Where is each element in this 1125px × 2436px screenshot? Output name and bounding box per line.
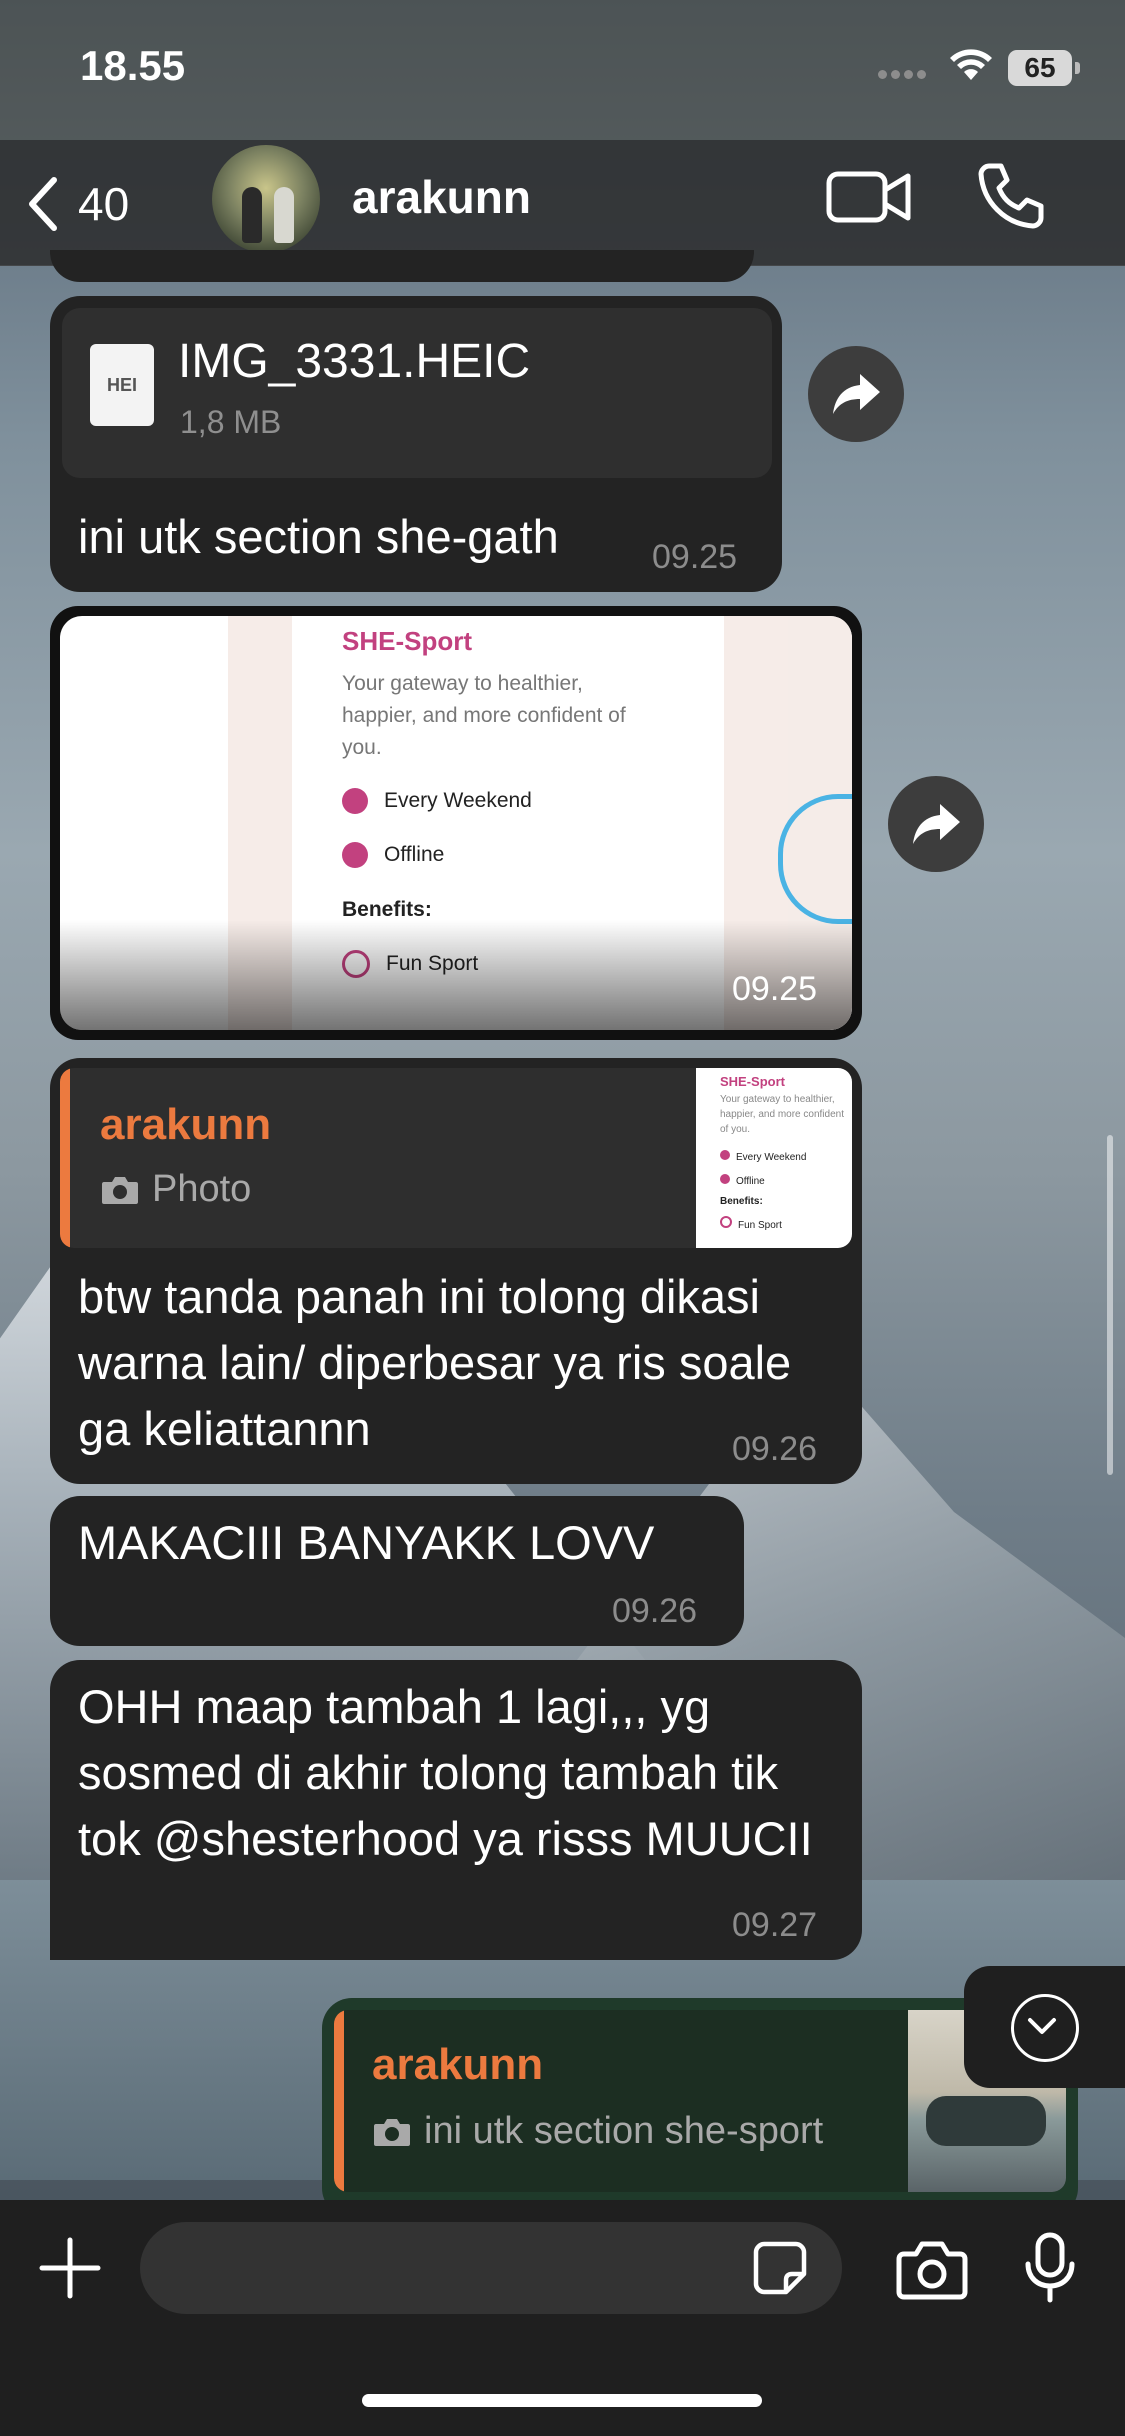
forward-button[interactable]	[808, 346, 904, 442]
photo-preview[interactable]: SHE-Sport Your gateway to healthier, hap…	[60, 616, 852, 1030]
message-input[interactable]	[140, 2222, 842, 2314]
file-icon: HEI	[90, 344, 154, 426]
image-message[interactable]: SHE-Sport Your gateway to healthier, hap…	[50, 606, 862, 1040]
quoted-type: Photo	[100, 1168, 251, 1211]
location-row: Offline	[342, 842, 444, 868]
cellular-signal-icon	[878, 66, 934, 79]
status-time: 18.55	[80, 42, 186, 89]
message-text: MAKACIII BANYAKK LOVV	[78, 1516, 655, 1569]
thumb-benefit: Fun Sport	[720, 1216, 782, 1231]
quoted-text: ini utk section she-sport	[424, 2110, 824, 2152]
she-sport-title: SHE-Sport	[342, 626, 472, 656]
quoted-sender: arakunn	[372, 2040, 544, 2089]
thumb-benefits: Benefits:	[720, 1196, 763, 1207]
contact-avatar[interactable]	[212, 145, 320, 253]
location-text: Offline	[384, 843, 445, 866]
unread-count: 40	[78, 178, 130, 230]
quoted-sender: arakunn	[100, 1100, 272, 1149]
location-pin-icon	[342, 842, 368, 868]
forward-arrow-icon	[833, 374, 880, 414]
quoted-thumbnail: SHE-Sport Your gateway to healthier, hap…	[696, 1068, 852, 1248]
clock-icon	[342, 788, 368, 814]
quoted-reply[interactable]: arakunn Photo SHE-Sport Your gateway to …	[60, 1068, 852, 1248]
file-name: IMG_3331.HEIC	[178, 335, 531, 388]
scroll-to-bottom-button[interactable]	[964, 1966, 1125, 2088]
sticker-icon[interactable]	[752, 2240, 808, 2296]
thumb-schedule: Every Weekend	[720, 1150, 806, 1163]
schedule-row: Every Weekend	[342, 788, 532, 814]
forward-arrow-icon	[913, 804, 960, 844]
plus-icon[interactable]	[38, 2236, 102, 2300]
chevron-down-icon	[1011, 1994, 1079, 2062]
file-attachment[interactable]: HEI IMG_3331.HEIC 1,8 MB	[62, 308, 772, 478]
back-button[interactable]: 40	[24, 166, 129, 242]
forward-button[interactable]	[888, 776, 984, 872]
status-bar: 18.55 65	[0, 0, 1125, 140]
outgoing-quoted-reply[interactable]: arakunn ini utk section she-sport	[334, 2010, 1066, 2192]
thumb-location: Offline	[720, 1174, 765, 1187]
message-time: 09.27	[732, 1906, 818, 1944]
camera-icon[interactable]	[896, 2240, 968, 2300]
quoted-text-row: ini utk section she-sport	[372, 2110, 823, 2153]
message-caption: ini utk section she-gath	[78, 510, 559, 563]
home-indicator[interactable]	[362, 2394, 762, 2407]
video-call-button[interactable]	[826, 166, 912, 228]
message-text: OHH maap tambah 1 lagi,,, yg sosmed di a…	[78, 1680, 813, 1865]
she-sport-description: Your gateway to healthier, happier, and …	[342, 672, 626, 759]
voice-call-button[interactable]	[975, 160, 1047, 232]
message-bubble-partial	[50, 250, 754, 282]
contact-name[interactable]: arakunn	[352, 170, 531, 224]
scroll-indicator[interactable]	[1107, 1135, 1113, 1475]
quoted-type-label: Photo	[152, 1168, 252, 1210]
message-time: 09.25	[652, 538, 738, 576]
benefits-label: Benefits:	[342, 898, 432, 921]
camera-icon	[102, 1176, 138, 1204]
chat-header: 40	[0, 140, 1125, 266]
thumb-title: SHE-Sport	[720, 1074, 785, 1089]
camera-icon	[374, 2118, 410, 2146]
schedule-text: Every Weekend	[384, 789, 532, 812]
message-time: 09.26	[732, 1430, 818, 1468]
battery-icon: 65	[1008, 50, 1080, 86]
message-time: 09.25	[732, 970, 818, 1008]
chevron-left-icon	[29, 177, 57, 231]
thumb-description: Your gateway to healthier, happier, and …	[720, 1094, 844, 1135]
wifi-icon	[950, 49, 992, 80]
file-size: 1,8 MB	[180, 404, 282, 440]
microphone-icon[interactable]	[1024, 2232, 1076, 2304]
message-time: 09.26	[612, 1592, 698, 1630]
